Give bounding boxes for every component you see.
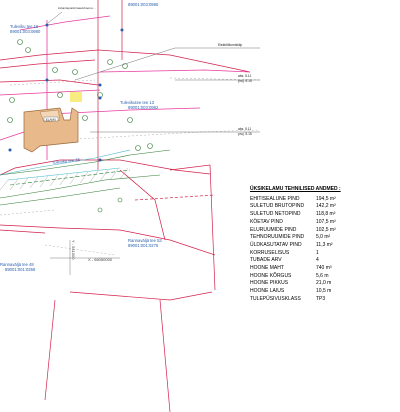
tech-row-value: 107,5 m² [316, 218, 336, 225]
tech-row-label: ELURUUMIDE PIND [250, 226, 297, 233]
tech-table-row: HOONE LAIUS 10,5 m [250, 288, 342, 296]
tech-table-row: TEHNORUUMIDE PIND 5,0 m² [250, 234, 342, 242]
elevation-2b: proj. 5.15 [238, 132, 252, 136]
tech-table-row: ÜLDKASUTATAV PIND 11,3 m² [250, 242, 342, 250]
tech-table-row: TULEPÜSIVUSKLASS TP3 [250, 296, 342, 304]
tech-table-row: TUBADE ARV 4 [250, 257, 342, 265]
tech-row-label: HOONE LAIUS [250, 288, 285, 295]
tech-table-row: HOONE KÕRGUS 5,6 m [250, 273, 342, 281]
tech-row-value: 5,0 m² [316, 234, 331, 241]
tech-row-label: TULEPÜSIVUSKLASS [250, 295, 301, 302]
tech-row-value: 142,2 m² [316, 203, 336, 210]
tech-row-value: 21,0 m [316, 280, 332, 287]
building-label: ELAMU [46, 117, 56, 121]
tech-row-value: 10,5 m [316, 288, 332, 295]
tech-table-row: ELURUUMIDE PIND 102,5 m² [250, 227, 342, 235]
elektri-label: Elektriliitumiskilp [218, 43, 242, 47]
tech-table-row: HOONE MAHT 740 m³ [250, 265, 342, 273]
tech-table-row: SULETUD BRUTOPIND 142,2 m² [250, 203, 342, 211]
tech-table-row: EHITISEALUNE PIND 194,5 m² [250, 196, 342, 204]
tech-row-label: TUBADE ARV [250, 257, 282, 264]
tech-row-label: ÜLDKASUTATAV PIND [250, 241, 302, 248]
tech-row-label: TEHNORUUMIDE PIND [250, 234, 305, 241]
tech-row-value: TP3 [316, 295, 326, 302]
tech-row-value: 118,8 m² [316, 211, 336, 218]
parcel-top-left-code: 89001:003:0980 [10, 29, 41, 34]
tech-table-row: HOONE PIKKUS 21,0 m [250, 280, 342, 288]
parcel-lower-right-code: 89001:001:0275 [128, 243, 159, 248]
tech-table-title: ÜKSIKELAMU TEHNILISED ANDMED : [250, 186, 341, 192]
tech-row-label: SULETUD NETOPIND [250, 211, 301, 218]
tech-table-row: SULETUD NETOPIND 118,8 m² [250, 211, 342, 219]
tech-table-row: KÖETAV PIND 107,5 m² [250, 219, 342, 227]
accessory-patch [70, 92, 82, 102]
tech-row-label: EHITISEALUNE PIND [250, 195, 300, 202]
tech-row-value: 11,3 m² [316, 241, 333, 248]
tech-row-value: 4 [316, 257, 319, 264]
tech-row-label: KORRUSELISUS [250, 249, 290, 256]
parcel-top-right-code: 89001:003:0985 [128, 2, 159, 7]
tech-table-row: KORRUSELISUS 1 [250, 250, 342, 258]
elevation-2: abs. 5.11 [238, 127, 251, 131]
parcel-lower-left-code: 89001:001:0358 [5, 267, 36, 272]
elevation-1b: proj. 5.15 [238, 79, 252, 83]
tech-row-label: HOONE MAHT [250, 265, 284, 272]
tech-row-label: KÖETAV PIND [250, 218, 283, 225]
utility-note: Liitumispunkt kasvuhoonu ... [58, 6, 96, 10]
tech-row-value: 5,6 m [316, 272, 329, 279]
coord-x: X - 66050000 [88, 257, 113, 262]
tech-row-value: 1 [316, 249, 319, 256]
tech-row-label: HOONE PIKKUS [250, 280, 289, 287]
tech-row-value: 740 m³ [316, 265, 332, 272]
tech-data-table: ÜKSIKELAMU TEHNILISED ANDMED : EHITISEAL… [250, 186, 342, 304]
tech-row-value: 102,5 m² [316, 226, 336, 233]
elevation-1: abs. 5.11 [238, 74, 251, 78]
tech-row-label: HOONE KÕRGUS [250, 272, 292, 279]
tech-row-value: 194,5 m² [316, 195, 336, 202]
coord-y: Y - 541000 [71, 240, 76, 260]
parcel-center-code: 89001:003:0982 [128, 105, 159, 110]
tech-row-label: SULETUD BRUTOPIND [250, 203, 305, 210]
